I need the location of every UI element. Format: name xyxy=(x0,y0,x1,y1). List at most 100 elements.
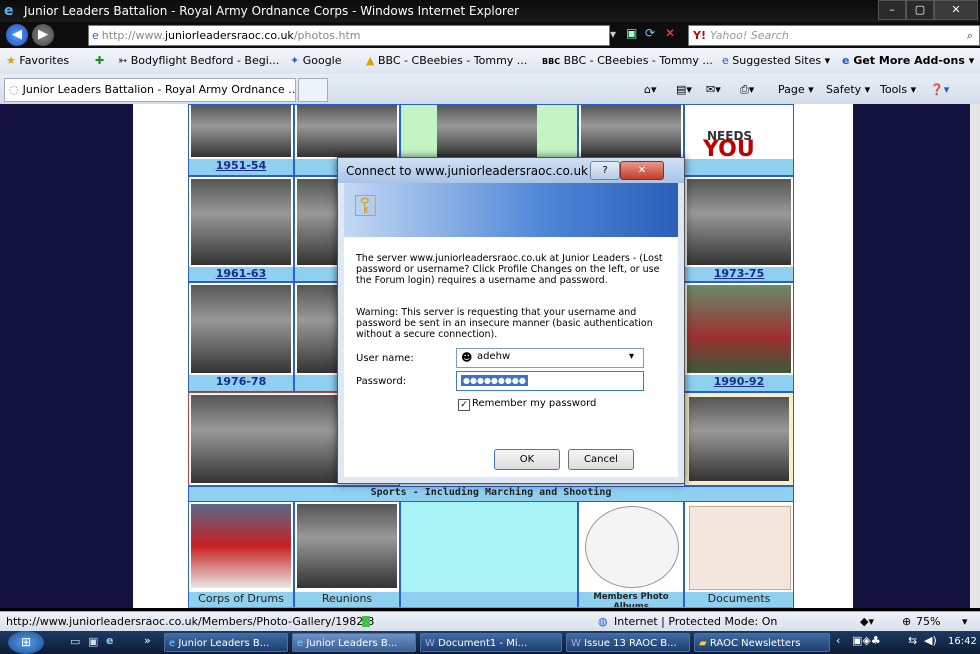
gallery-caption[interactable]: Corps of Drums xyxy=(189,592,293,608)
switch-windows-icon[interactable]: ▣ xyxy=(88,635,98,648)
search-box[interactable]: Y! Yahoo! Search ⌕ xyxy=(688,25,980,46)
search-icon[interactable]: ⌕ xyxy=(967,26,973,45)
taskbar-item-ie-1[interactable]: e Junior Leaders B... xyxy=(164,633,288,652)
gallery-photo[interactable] xyxy=(191,105,291,157)
taskbar-item-word-1[interactable]: W Document1 - Mi... xyxy=(420,633,562,652)
new-tab-button[interactable] xyxy=(298,78,328,102)
gallery-cell[interactable] xyxy=(400,104,578,160)
gallery-photo[interactable] xyxy=(191,504,291,588)
gallery-caption[interactable]: 1961-63 xyxy=(189,267,293,281)
zoom-dropdown-icon[interactable]: ▾ xyxy=(962,615,968,628)
refresh-icon[interactable]: ⟳ xyxy=(645,26,655,40)
quicklaunch-overflow-icon[interactable]: » xyxy=(144,634,151,647)
gallery-caption[interactable]: 1951-54 xyxy=(189,159,293,175)
show-desktop-icon[interactable]: ▭ xyxy=(70,635,80,648)
gallery-cell[interactable]: 1961-63 xyxy=(188,176,294,282)
gallery-caption[interactable]: 1976-78 xyxy=(189,375,293,391)
fav-item-bodyflight[interactable]: ➳ Bodyflight Bedford - Begi... xyxy=(118,54,279,67)
dialog-warning: Warning: This server is requesting that … xyxy=(356,307,653,340)
tray-expand-icon[interactable]: ‹ xyxy=(836,634,840,647)
protected-mode-icon[interactable]: ◆▾ xyxy=(860,615,874,628)
gallery-caption[interactable] xyxy=(685,159,793,175)
taskbar-item-folder[interactable]: ▰ RAOC Newsletters xyxy=(694,633,830,652)
cartoon-portrait[interactable] xyxy=(585,506,679,588)
print-icon[interactable]: ⎙▾ xyxy=(740,83,754,97)
minimize-button[interactable]: – xyxy=(878,0,906,20)
sports-banner[interactable]: Sports - Including Marching and Shooting xyxy=(188,486,794,502)
gallery-cell xyxy=(400,501,578,608)
address-bar[interactable]: e http://www.juniorleadersraoc.co.uk/phot… xyxy=(88,25,610,46)
gallery-photo[interactable] xyxy=(297,504,397,588)
zoom-level[interactable]: 75% xyxy=(916,615,940,628)
gallery-photo[interactable] xyxy=(297,105,397,157)
ie-quicklaunch-icon[interactable]: e xyxy=(106,634,113,647)
username-dropdown-icon[interactable]: ▾ xyxy=(629,351,634,362)
tray-icons[interactable]: ▣◈♣ xyxy=(852,634,881,647)
fav-item-bbc-2[interactable]: BBC BBC - CBeebies - Tommy ... xyxy=(542,54,713,67)
back-button[interactable]: ◀ xyxy=(6,24,28,46)
maximize-button[interactable]: ▢ xyxy=(906,0,934,20)
zoom-icon[interactable]: ⊕ xyxy=(902,615,911,628)
gallery-caption[interactable]: Documents xyxy=(685,592,793,608)
gallery-caption[interactable]: Reunions xyxy=(295,592,399,608)
gallery-cell[interactable]: 1973-75 xyxy=(684,176,794,282)
dialog-close-button[interactable]: ✕ xyxy=(620,161,664,180)
clock[interactable]: 16:42 xyxy=(948,636,977,647)
page-menu[interactable]: Page ▾ xyxy=(778,83,814,96)
fav-item-google[interactable]: ✦ Google xyxy=(290,54,342,67)
username-field[interactable]: ☻ adehw ▾ xyxy=(456,348,644,368)
forward-button[interactable]: ▶ xyxy=(32,24,54,46)
gallery-caption[interactable]: Members Photo Albums xyxy=(579,592,683,608)
gallery-cell[interactable]: NEEDS YOU xyxy=(684,104,794,176)
gallery-photo[interactable] xyxy=(689,397,789,481)
safety-menu[interactable]: Safety ▾ xyxy=(826,83,870,96)
gallery-cell[interactable]: Members Photo Albums xyxy=(578,501,684,608)
gallery-cell[interactable]: 1951-54 xyxy=(188,104,294,176)
favorites-button[interactable]: ★ Favorites xyxy=(6,54,69,67)
help-button[interactable]: ? xyxy=(590,161,620,180)
help-icon[interactable]: ❓▾ xyxy=(930,83,949,96)
gallery-cell[interactable]: 1990-92 xyxy=(684,282,794,392)
taskbar-item-ie-2[interactable]: e Junior Leaders B... xyxy=(292,633,416,652)
gallery-photo[interactable] xyxy=(437,105,537,157)
remember-checkbox[interactable]: ✓ xyxy=(458,399,470,411)
network-icon[interactable]: ⇆ xyxy=(908,634,917,647)
gallery-cell[interactable]: Corps of Drums xyxy=(188,501,294,608)
cancel-button[interactable]: Cancel xyxy=(568,449,634,470)
vertical-scrollbar[interactable] xyxy=(970,104,980,608)
gallery-photo[interactable] xyxy=(191,179,291,265)
gallery-photo[interactable] xyxy=(581,105,681,157)
mail-icon[interactable]: ✉▾ xyxy=(706,83,721,96)
feeds-icon[interactable]: ▤▾ xyxy=(676,83,692,96)
gallery-photo[interactable] xyxy=(687,285,791,373)
gallery-caption[interactable]: 1990-92 xyxy=(685,375,793,391)
gallery-caption[interactable]: 1973-75 xyxy=(685,267,793,281)
stop-icon[interactable]: ✕ xyxy=(665,26,675,40)
close-window-button[interactable]: ✕ xyxy=(934,0,978,20)
password-field[interactable]: ●●●●●●●●● xyxy=(456,371,644,391)
gallery-photo[interactable] xyxy=(687,179,791,265)
fav-item-addons[interactable]: e Get More Add-ons ▾ xyxy=(842,54,974,67)
fav-item-bbc-1[interactable]: ▲ BBC - CBeebies - Tommy ... xyxy=(366,54,527,67)
gallery-photo[interactable] xyxy=(191,285,291,373)
add-favorite-icon[interactable]: ✚ xyxy=(95,54,104,67)
volume-icon[interactable]: ◀) xyxy=(924,634,937,647)
home-icon[interactable]: ⌂▾ xyxy=(644,83,657,96)
ok-button[interactable]: OK xyxy=(494,449,560,470)
gallery-cell[interactable] xyxy=(684,392,794,486)
gallery-cell[interactable] xyxy=(578,104,684,160)
gallery-caption xyxy=(401,592,577,608)
start-button[interactable]: ⊞ xyxy=(8,631,44,654)
certificate-image[interactable] xyxy=(689,506,791,590)
tools-menu[interactable]: Tools ▾ xyxy=(880,83,916,96)
gallery-cell[interactable]: Documents xyxy=(684,501,794,608)
star-icon: ★ xyxy=(6,54,16,67)
gallery-cell[interactable]: 1976-78 xyxy=(188,282,294,392)
address-dropdown-icon[interactable]: ▾ xyxy=(610,27,616,41)
gallery-cell[interactable]: Reunions xyxy=(294,501,400,608)
taskbar-item-word-2[interactable]: W Issue 13 RAOC B... xyxy=(566,633,690,652)
fav-item-suggested-sites[interactable]: e Suggested Sites ▾ xyxy=(722,54,830,67)
tab-active[interactable]: ◌ Junior Leaders Battalion - Royal Army O… xyxy=(4,78,296,102)
compat-view-icon[interactable]: ▣ xyxy=(626,26,637,40)
folder-icon: ▰ xyxy=(699,638,707,649)
